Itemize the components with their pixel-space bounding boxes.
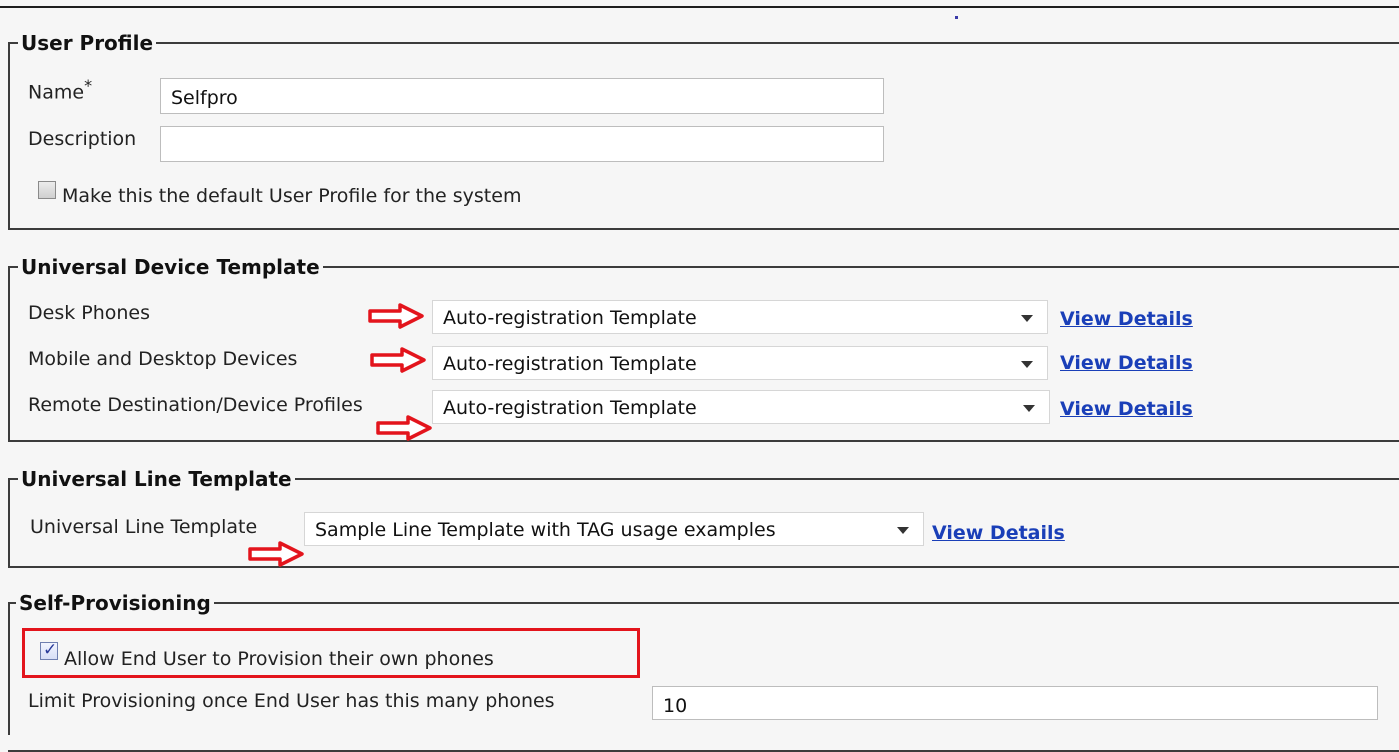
required-marker: * (84, 76, 93, 95)
limit-provisioning-label: Limit Provisioning once End User has thi… (28, 690, 555, 712)
desk-phones-view-details-link[interactable]: View Details (1060, 308, 1193, 330)
mobile-desktop-label: Mobile and Desktop Devices (28, 348, 298, 370)
remote-destination-select-value: Auto-registration Template (443, 397, 697, 419)
dropdown-caret-icon (1021, 361, 1033, 368)
mobile-desktop-select[interactable]: Auto-registration Template (432, 346, 1048, 380)
mobile-desktop-view-details-link[interactable]: View Details (1060, 352, 1193, 374)
allow-provision-label: Allow End User to Provision their own ph… (64, 648, 494, 670)
self-provisioning-legend: Self-Provisioning (19, 591, 211, 615)
desk-phones-select-value: Auto-registration Template (443, 307, 697, 329)
line-template-label: Universal Line Template (30, 516, 258, 538)
remote-destination-view-details-link[interactable]: View Details (1060, 398, 1193, 420)
allow-provision-checkbox[interactable]: ✓ (40, 640, 58, 660)
dropdown-caret-icon (897, 527, 909, 534)
checkmark-icon: ✓ (43, 640, 58, 660)
limit-provisioning-input[interactable]: 10 (652, 686, 1378, 720)
default-profile-checkbox[interactable] (38, 181, 56, 199)
default-profile-label: Make this the default User Profile for t… (62, 185, 522, 207)
desk-phones-label: Desk Phones (28, 302, 151, 324)
description-input[interactable] (160, 126, 884, 162)
line-template-select[interactable]: Sample Line Template with TAG usage exam… (304, 512, 924, 546)
red-arrow-icon (376, 415, 432, 441)
line-template-view-details-link[interactable]: View Details (932, 522, 1065, 544)
red-arrow-icon (370, 347, 426, 373)
user-profile-legend: User Profile (21, 31, 154, 55)
dropdown-caret-icon (1021, 315, 1033, 322)
top-divider (0, 6, 1399, 8)
mobile-desktop-select-value: Auto-registration Template (443, 353, 697, 375)
dropdown-caret-icon (1023, 405, 1035, 412)
device-template-legend: Universal Device Template (21, 255, 320, 279)
remote-destination-label: Remote Destination/Device Profiles (28, 394, 363, 416)
section-left-border (8, 603, 10, 735)
line-template-select-value: Sample Line Template with TAG usage exam… (315, 519, 776, 541)
line-template-legend: Universal Line Template (21, 467, 292, 491)
name-label: Name* (28, 76, 93, 104)
remote-destination-select[interactable]: Auto-registration Template (432, 390, 1050, 424)
red-arrow-icon (368, 303, 424, 329)
red-arrow-icon (248, 541, 304, 567)
stray-dot (955, 16, 958, 19)
desk-phones-select[interactable]: Auto-registration Template (432, 300, 1048, 334)
name-input[interactable]: Selfpro (160, 78, 884, 114)
description-label: Description (28, 128, 137, 150)
